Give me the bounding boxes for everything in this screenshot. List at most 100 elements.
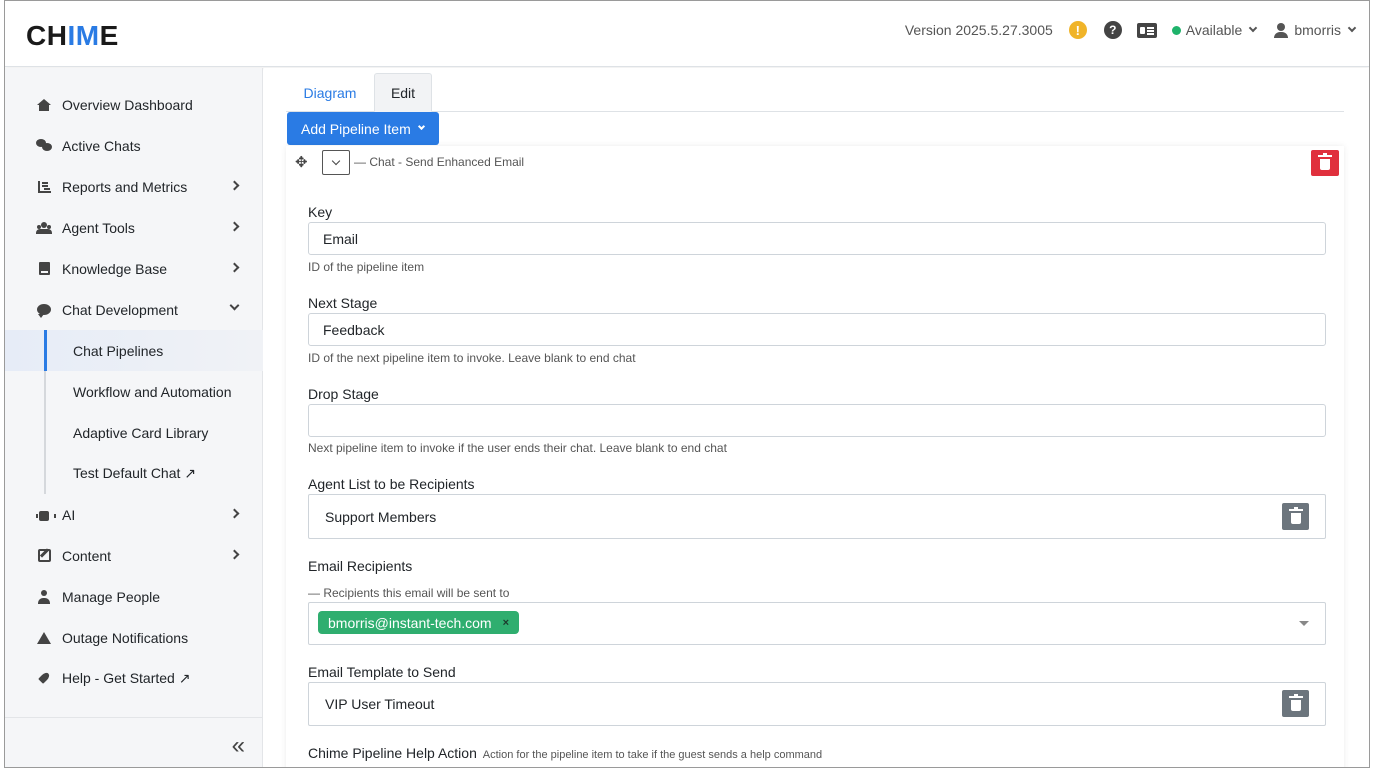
home-icon bbox=[35, 97, 53, 113]
sidebar-collapse-bar: « bbox=[5, 717, 263, 767]
next-stage-field[interactable]: Feedback bbox=[308, 313, 1326, 346]
sidebar-item-label: Knowledge Base bbox=[62, 260, 168, 277]
pipeline-item-title: — Chat - Send Enhanced Email bbox=[354, 155, 525, 169]
sidebar-item-label: Adaptive Card Library bbox=[73, 424, 209, 441]
tab-bar: Diagram Edit bbox=[286, 73, 1344, 112]
sidebar-nav: Overview Dashboard Active Chats Reports … bbox=[5, 84, 263, 699]
chevron-down-icon bbox=[1249, 23, 1258, 33]
key-help-text: ID of the pipeline item bbox=[308, 260, 425, 274]
add-pipeline-item-button[interactable]: Add Pipeline Item bbox=[287, 112, 439, 145]
sidebar-item-ai[interactable]: AI bbox=[5, 494, 263, 535]
status-label: Available bbox=[1185, 22, 1243, 38]
help-action-label: Chime Pipeline Help Action bbox=[308, 745, 477, 761]
app-window: CHIME Version 2025.5.27.3005 ! ? Availab… bbox=[4, 0, 1370, 768]
sidebar-item-overview-dashboard[interactable]: Overview Dashboard bbox=[5, 84, 263, 125]
remove-tag-icon[interactable]: × bbox=[503, 617, 509, 629]
key-field[interactable]: Email bbox=[308, 222, 1326, 255]
sidebar-item-knowledge-base[interactable]: Knowledge Base bbox=[5, 248, 263, 289]
drop-stage-label: Drop Stage bbox=[308, 386, 379, 402]
sidebar-item-label: Agent Tools bbox=[62, 219, 135, 236]
comment-icon bbox=[35, 302, 53, 318]
sidebar-item-content[interactable]: Content bbox=[5, 535, 263, 576]
reports-icon bbox=[35, 179, 53, 195]
rocket-icon bbox=[35, 671, 53, 687]
sidebar-item-workflow-and-automation[interactable]: Workflow and Automation bbox=[5, 371, 263, 412]
help-action-row: Chime Pipeline Help Action Action for th… bbox=[308, 745, 822, 761]
sidebar-item-outage-notifications[interactable]: Outage Notifications bbox=[5, 617, 263, 658]
username-label: bmorris bbox=[1294, 22, 1341, 38]
add-pipeline-item-label: Add Pipeline Item bbox=[301, 120, 411, 137]
user-icon bbox=[1274, 22, 1289, 38]
status-dropdown[interactable]: Available bbox=[1171, 22, 1258, 38]
sidebar-item-label: Reports and Metrics bbox=[62, 178, 188, 195]
sidebar-item-chat-pipelines[interactable]: Chat Pipelines bbox=[5, 330, 263, 371]
remove-agent-list-button[interactable] bbox=[1282, 503, 1309, 530]
agent-list-value: Support Members bbox=[325, 508, 437, 525]
chevron-right-icon bbox=[229, 262, 240, 273]
tab-diagram[interactable]: Diagram bbox=[286, 73, 374, 112]
user-menu[interactable]: bmorris bbox=[1274, 22, 1357, 38]
chevron-right-icon bbox=[229, 180, 240, 191]
chevron-down-icon bbox=[1347, 23, 1357, 33]
delete-pipeline-item-button[interactable] bbox=[1311, 150, 1339, 176]
alert-icon bbox=[35, 630, 53, 646]
trash-icon bbox=[1288, 693, 1303, 711]
email-recipients-select[interactable]: bmorris@instant-tech.com × bbox=[308, 602, 1326, 645]
chevron-right-icon bbox=[229, 508, 240, 519]
chime-logo[interactable]: CHIME bbox=[26, 20, 119, 52]
warning-icon[interactable]: ! bbox=[1068, 21, 1087, 39]
recipient-tag: bmorris@instant-tech.com × bbox=[318, 611, 520, 634]
collapse-toggle-button[interactable] bbox=[322, 150, 350, 175]
sidebar: Overview Dashboard Active Chats Reports … bbox=[5, 68, 263, 767]
users-icon bbox=[35, 220, 53, 236]
chat-development-submenu: Chat Pipelines Workflow and Automation A… bbox=[5, 330, 263, 494]
email-recipients-label: Email Recipients bbox=[308, 558, 413, 574]
version-label: Version 2025.5.27.3005 bbox=[904, 22, 1053, 38]
chevron-down-icon bbox=[417, 122, 425, 131]
sidebar-item-active-chats[interactable]: Active Chats bbox=[5, 125, 263, 166]
next-stage-help-text: ID of the next pipeline item to invoke. … bbox=[308, 351, 636, 365]
sidebar-item-label: Outage Notifications bbox=[62, 629, 189, 646]
move-handle-icon[interactable]: ✥ bbox=[295, 153, 308, 171]
robot-icon bbox=[35, 507, 56, 523]
sidebar-item-adaptive-card-library[interactable]: Adaptive Card Library bbox=[5, 412, 263, 453]
help-icon[interactable]: ? bbox=[1103, 21, 1122, 39]
main-content: Diagram Edit Add Pipeline Item ✥ — Chat … bbox=[264, 68, 1369, 767]
book-icon bbox=[35, 261, 53, 277]
chevron-right-icon bbox=[229, 221, 240, 232]
sidebar-item-label: Content bbox=[62, 547, 112, 564]
email-template-field[interactable]: VIP User Timeout bbox=[308, 682, 1326, 726]
agent-list-field[interactable]: Support Members bbox=[308, 494, 1326, 539]
collapse-sidebar-icon[interactable]: « bbox=[232, 732, 246, 760]
tab-edit[interactable]: Edit bbox=[374, 73, 432, 112]
sidebar-item-manage-people[interactable]: Manage People bbox=[5, 576, 263, 617]
sidebar-item-label: Test Default Chat ↗ bbox=[73, 465, 197, 481]
email-recipients-help-text: — Recipients this email will be sent to bbox=[308, 586, 510, 600]
sidebar-item-reports-and-metrics[interactable]: Reports and Metrics bbox=[5, 166, 263, 207]
chats-icon bbox=[35, 138, 53, 154]
person-icon bbox=[35, 589, 53, 605]
pipeline-item-header: ✥ — Chat - Send Enhanced Email bbox=[286, 146, 1344, 180]
id-card-icon[interactable] bbox=[1136, 22, 1157, 38]
sidebar-item-label: Help - Get Started ↗ bbox=[62, 670, 191, 686]
edit-icon bbox=[35, 548, 53, 564]
sidebar-item-help-get-started[interactable]: Help - Get Started ↗ bbox=[5, 658, 263, 699]
drop-stage-field[interactable] bbox=[308, 404, 1326, 437]
sidebar-item-label: Overview Dashboard bbox=[62, 96, 193, 113]
sidebar-item-agent-tools[interactable]: Agent Tools bbox=[5, 207, 263, 248]
pipeline-item-panel: ✥ — Chat - Send Enhanced Email Key Email… bbox=[286, 146, 1344, 767]
trash-icon bbox=[1288, 506, 1303, 524]
sidebar-item-label: Workflow and Automation bbox=[73, 383, 232, 400]
sidebar-item-label: AI bbox=[62, 506, 76, 523]
next-stage-label: Next Stage bbox=[308, 295, 378, 311]
remove-email-template-button[interactable] bbox=[1282, 690, 1309, 717]
chevron-down-icon bbox=[229, 300, 240, 311]
sidebar-item-chat-development[interactable]: Chat Development bbox=[5, 289, 263, 330]
sidebar-item-label: Manage People bbox=[62, 588, 161, 605]
top-header: CHIME Version 2025.5.27.3005 ! ? Availab… bbox=[5, 1, 1369, 67]
sidebar-item-label: Active Chats bbox=[62, 137, 141, 154]
sidebar-item-test-default-chat[interactable]: Test Default Chat ↗ bbox=[5, 453, 263, 494]
email-template-label: Email Template to Send bbox=[308, 664, 456, 680]
help-action-help-text: Action for the pipeline item to take if … bbox=[482, 749, 823, 761]
dropdown-caret-icon[interactable] bbox=[1299, 621, 1309, 626]
